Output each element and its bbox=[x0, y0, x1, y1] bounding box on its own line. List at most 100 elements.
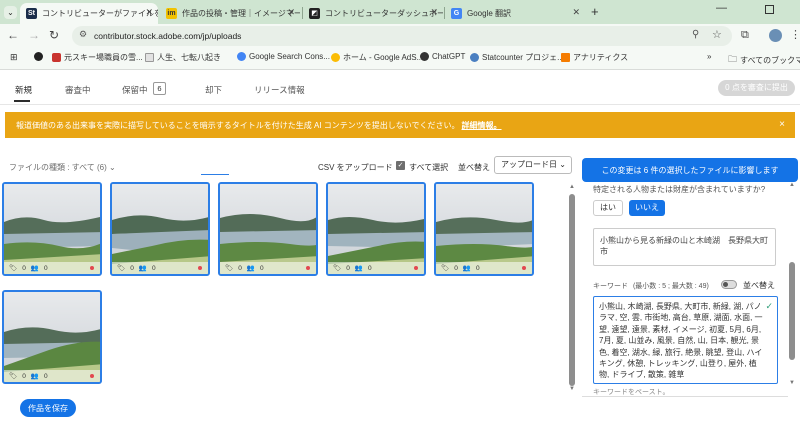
tag-icon: 🏷 bbox=[9, 373, 18, 380]
chatgpt-icon bbox=[420, 52, 429, 61]
people-icon: 👥 bbox=[138, 265, 147, 272]
minimize-icon[interactable]: — bbox=[716, 2, 727, 14]
tab-in-review[interactable]: 審査中 bbox=[65, 84, 91, 96]
tab-search-icon[interactable]: ⌄ bbox=[4, 6, 17, 19]
select-all-label: すべて選択 bbox=[409, 163, 449, 172]
bookmark-item[interactable]: Statcounter プロジェ... bbox=[470, 52, 564, 63]
thumbnail-stats: 🏷 0 👥 0 bbox=[220, 262, 316, 274]
panel-scroll-up-icon[interactable]: ▲ bbox=[789, 182, 795, 188]
tag-icon: 🏷 bbox=[117, 265, 126, 272]
more-bookmarks-icon[interactable]: » bbox=[707, 52, 711, 61]
file-thumbnail[interactable]: 🏷 0 👥 0 bbox=[218, 182, 318, 276]
no-button[interactable]: いいえ bbox=[629, 200, 665, 216]
people-icon: 👥 bbox=[354, 265, 363, 272]
file-thumbnail[interactable]: 🏷 0 👥 0 bbox=[2, 290, 102, 384]
tab-google-translate[interactable]: G Google 翻訳 ✕ bbox=[445, 3, 585, 24]
tab-rejected[interactable]: 却下 bbox=[205, 84, 222, 96]
statcounter-icon bbox=[470, 53, 479, 62]
browser-tab-strip: ⌄ St コントリビューターがファイルをアップロ ✕ im 作品の投稿・管理｜イ… bbox=[0, 0, 800, 24]
title-field[interactable]: 小熊山から見る新緑の山と木崎湖 長野県大町市 bbox=[593, 228, 776, 266]
profile-avatar[interactable] bbox=[769, 29, 782, 42]
tag-icon: 🏷 bbox=[9, 265, 18, 272]
thumbnail-scrollbar[interactable] bbox=[569, 194, 575, 386]
menu-kebab-icon[interactable]: ⋮ bbox=[790, 28, 800, 41]
keywords-label: キーワード (最小数 : 5 ; 最大数 : 49) bbox=[593, 283, 709, 290]
url-text: contributor.stock.adobe.com/jp/uploads bbox=[94, 31, 242, 41]
title-value: 小熊山から見る新緑の山と木崎湖 長野県大町市 bbox=[600, 236, 768, 256]
file-thumbnail[interactable]: 🏷 0 👥 0 bbox=[326, 182, 426, 276]
sort-dropdown[interactable]: アップロード日 ⌄ bbox=[494, 156, 572, 174]
error-dot bbox=[414, 266, 418, 270]
banner-close-icon[interactable]: × bbox=[779, 119, 785, 130]
bookmark-item[interactable]: 人生、七転八起き bbox=[145, 52, 221, 63]
new-tab-button[interactable]: + bbox=[591, 4, 599, 19]
panel-divider bbox=[582, 396, 788, 397]
shutterstock-icon: ◩ bbox=[309, 8, 320, 19]
batch-edit-header: この変更は 6 件の選択したファイルに影響します bbox=[582, 158, 798, 182]
thumbnail-stats: 🏷 0 👥 0 bbox=[112, 262, 208, 274]
search-console-icon bbox=[237, 52, 246, 61]
bookmark-item[interactable]: ホーム - Google AdS... bbox=[331, 52, 423, 63]
tab-adobe-upload[interactable]: St コントリビューターがファイルをアップロ ✕ bbox=[20, 3, 158, 24]
panel-scrollbar[interactable] bbox=[789, 262, 795, 360]
close-tab-icon[interactable]: ✕ bbox=[572, 7, 580, 18]
error-dot bbox=[90, 374, 94, 378]
adobe-stock-icon: St bbox=[26, 8, 37, 19]
yes-button[interactable]: はい bbox=[593, 200, 623, 216]
thumbnail-stats: 🏷 0 👥 0 bbox=[436, 262, 532, 274]
warning-banner: 報道価値のある出来事を実際に描写していることを暗示するタイトルを付けた生成 AI… bbox=[5, 112, 795, 138]
filter-divider bbox=[201, 174, 229, 175]
tab-releases[interactable]: リリース情報 bbox=[254, 84, 305, 96]
close-tab-icon[interactable]: ✕ bbox=[145, 7, 153, 18]
file-type-filter[interactable]: ファイルの種類 : すべて (6) ⌄ bbox=[9, 162, 116, 173]
scroll-up-icon[interactable]: ▲ bbox=[569, 184, 575, 190]
back-icon[interactable]: ← bbox=[7, 28, 19, 42]
tab-imagemart[interactable]: im 作品の投稿・管理｜イメージマート ✕ bbox=[160, 3, 300, 24]
scroll-down-icon[interactable]: ▼ bbox=[569, 386, 575, 392]
keywords-hint: (最小数 : 5 ; 最大数 : 49) bbox=[632, 283, 709, 290]
all-bookmarks-folder[interactable]: 🗀すべてのブックマーク bbox=[728, 52, 800, 68]
file-thumbnail[interactable]: 🏷 0 👥 0 bbox=[2, 182, 102, 276]
people-icon: 👥 bbox=[246, 265, 255, 272]
toggle-knob bbox=[723, 282, 728, 287]
bookmark-item[interactable]: Google Search Cons... bbox=[237, 52, 330, 61]
apps-icon[interactable]: ⊞ bbox=[10, 52, 18, 63]
file-thumbnail[interactable]: 🏷 0 👥 0 bbox=[110, 182, 210, 276]
tab-new[interactable]: 新規 bbox=[15, 84, 32, 96]
bookmark-star-icon[interactable]: ☆ bbox=[712, 28, 722, 41]
csv-upload-link[interactable]: CSV をアップロード bbox=[318, 162, 393, 173]
thumbnail-stats: 🏷 0 👥 0 bbox=[4, 262, 100, 274]
keywords-textarea[interactable]: 小熊山, 木崎湖, 長野県, 大町市, 新緑, 湖, パノラマ, 空, 雲, 市… bbox=[593, 296, 778, 384]
bookmark-item[interactable]: アナリティクス bbox=[561, 52, 628, 63]
maximize-icon[interactable] bbox=[765, 5, 774, 14]
tab-pending[interactable]: 保留中 bbox=[122, 84, 148, 96]
tab-title: Google 翻訳 bbox=[467, 9, 512, 18]
bookmark-item[interactable]: ChatGPT bbox=[420, 52, 465, 61]
panel-scroll-down-icon[interactable]: ▼ bbox=[789, 380, 795, 386]
close-tab-icon[interactable]: ✕ bbox=[430, 7, 438, 18]
imagemart-icon: im bbox=[166, 8, 177, 19]
forward-icon[interactable]: → bbox=[28, 28, 40, 42]
tag-icon: 🏷 bbox=[225, 265, 234, 272]
people-icon: 👥 bbox=[30, 265, 39, 272]
save-work-button[interactable]: 作品を保存 bbox=[20, 399, 76, 417]
reload-icon[interactable]: ↻ bbox=[49, 28, 59, 42]
keywords-value: 小熊山, 木崎湖, 長野県, 大町市, 新緑, 湖, パノラマ, 空, 雲, 市… bbox=[599, 302, 763, 380]
nav-divider bbox=[0, 104, 800, 105]
address-bar[interactable]: ⚙ contributor.stock.adobe.com/jp/uploads… bbox=[72, 26, 732, 46]
extensions-icon[interactable]: ⧉ bbox=[741, 29, 749, 42]
bookmark-item[interactable] bbox=[34, 52, 43, 61]
select-all-checkbox[interactable]: ✓ bbox=[396, 161, 405, 170]
submit-for-review-button[interactable]: 0 点を審査に提出 bbox=[718, 80, 795, 96]
banner-learn-more-link[interactable]: 詳細情報。 bbox=[462, 120, 502, 131]
pending-count-badge: 6 bbox=[153, 82, 166, 95]
file-thumbnail[interactable]: 🏷 0 👥 0 bbox=[434, 182, 534, 276]
sort-keywords-toggle[interactable] bbox=[721, 280, 737, 289]
tab-shutterstock[interactable]: ◩ コントリビューターダッシュボード | Shu ✕ bbox=[303, 3, 443, 24]
zoom-icon[interactable]: ⚲ bbox=[692, 29, 699, 40]
bookmark-item[interactable]: 元スキー場職員の雪... bbox=[52, 52, 143, 63]
people-icon: 👥 bbox=[30, 373, 39, 380]
close-tab-icon[interactable]: ✕ bbox=[287, 7, 295, 18]
valid-check-icon: ✓ bbox=[765, 301, 773, 311]
site-info-icon[interactable]: ⚙ bbox=[79, 29, 87, 40]
